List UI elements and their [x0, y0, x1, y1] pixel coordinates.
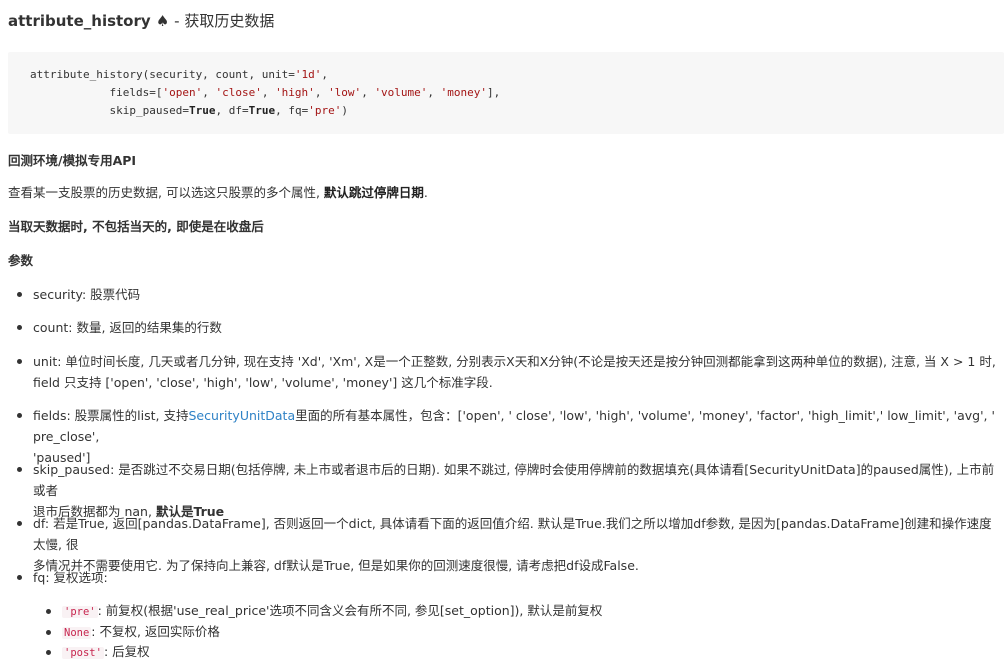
param-df-line1: df: 若是True, 返回[pandas.DataFrame], 否则返回一个…: [33, 516, 992, 552]
code-text: skip_paused=: [30, 104, 189, 117]
code-string: 'volume': [374, 86, 428, 99]
fq-option-post: 'post': 后复权: [46, 642, 762, 663]
code-text: ,: [361, 86, 375, 99]
env-heading: 回测环境/模拟专用API: [8, 153, 137, 168]
fq-code: None: [62, 627, 92, 639]
description-text: 查看某一支股票的历史数据, 可以选这只股票的多个属性,: [8, 185, 324, 200]
security-unit-data-link[interactable]: SecurityUnitData: [188, 408, 295, 423]
title-dash: -: [169, 12, 185, 30]
code-keyword: True: [248, 104, 276, 117]
code-text: ,: [261, 86, 276, 99]
spade-icon: ♠: [155, 12, 170, 30]
fq-option-none: None: 不复权, 返回实际价格: [46, 622, 762, 643]
fq-code: 'pre': [62, 606, 98, 618]
note-heading: 当取天数据时, 不包括当天的, 即使是在收盘后: [8, 219, 264, 234]
fq-code: 'post': [62, 647, 104, 659]
code-text: ],: [487, 86, 501, 99]
code-string: '1d': [294, 68, 322, 81]
code-text: ,: [321, 68, 329, 81]
param-fq: fq: 复权选项:: [17, 567, 1003, 588]
code-string: 'close': [215, 86, 262, 99]
code-text: fields=[: [30, 86, 163, 99]
code-text: ,: [314, 86, 329, 99]
params-heading: 参数: [8, 253, 34, 268]
code-text: , df=: [215, 104, 249, 117]
code-signature-block: attribute_history(security, count, unit=…: [8, 52, 1004, 134]
code-string: 'money': [440, 86, 488, 99]
code-text: , fq=: [275, 104, 309, 117]
param-unit: unit: 单位时间长度, 几天或者几分钟, 现在支持 'Xd', 'Xm', …: [17, 351, 1003, 393]
param-skip-line1: skip_paused: 是否跳过不交易日期(包括停牌, 未上市或者退市后的日期…: [33, 462, 995, 498]
fq-text: : 后复权: [103, 644, 150, 659]
code-text: ,: [202, 86, 216, 99]
fq-text: : 前复权(根据'use_real_price'选项不同含义会有所不同, 参见[…: [97, 603, 603, 618]
code-text: ,: [427, 86, 441, 99]
fq-option-pre: 'pre': 前复权(根据'use_real_price'选项不同含义会有所不同…: [46, 601, 762, 622]
param-count: count: 数量, 返回的结果集的行数: [17, 317, 1003, 338]
code-text: attribute_history(security, count, unit=: [30, 68, 295, 81]
fq-text: : 不复权, 返回实际价格: [91, 624, 220, 639]
code-text: ): [341, 104, 348, 117]
param-unit-line1: unit: 单位时间长度, 几天或者几分钟, 现在支持 'Xd', 'Xm', …: [33, 354, 996, 369]
function-name: attribute_history: [8, 12, 151, 30]
code-string: 'open': [162, 86, 203, 99]
description-bold: 默认跳过停牌日期: [323, 185, 424, 200]
description: 查看某一支股票的历史数据, 可以选这只股票的多个属性, 默认跳过停牌日期.: [8, 182, 428, 201]
code-string: 'pre': [308, 104, 342, 117]
code-string: 'low': [328, 86, 362, 99]
param-security: security: 股票代码: [17, 284, 1003, 305]
code-keyword: True: [188, 104, 216, 117]
description-end: .: [423, 185, 428, 200]
page-subtitle: 获取历史数据: [184, 12, 275, 30]
page-title: attribute_history ♠ - 获取历史数据: [8, 10, 274, 31]
param-unit-line2: field 只支持 ['open', 'close', 'high', 'low…: [33, 375, 493, 390]
param-fields-text: fields: 股票属性的list, 支持: [33, 408, 189, 423]
code-string: 'high': [275, 86, 315, 99]
